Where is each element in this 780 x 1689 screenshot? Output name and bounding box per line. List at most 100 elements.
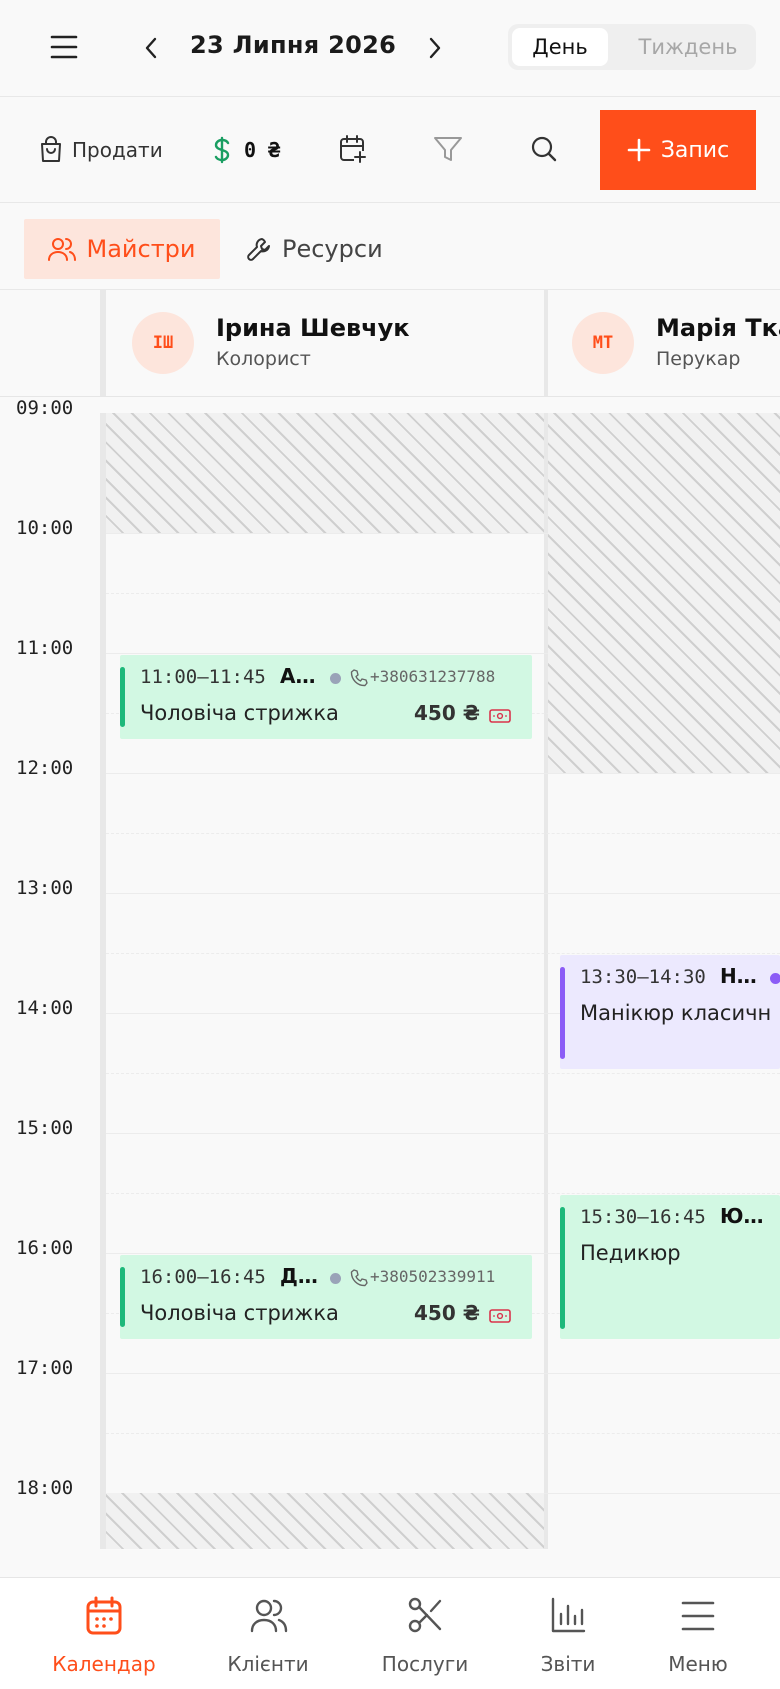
users-icon bbox=[48, 236, 77, 262]
filter-icon[interactable] bbox=[433, 135, 463, 163]
prev-date-button[interactable] bbox=[142, 36, 162, 60]
tab-masters[interactable]: Майстри bbox=[24, 219, 220, 279]
scissors-icon bbox=[407, 1596, 443, 1634]
appointment-time: 15:30–16:45 bbox=[580, 1206, 706, 1228]
hamburger-icon[interactable] bbox=[50, 34, 78, 60]
unavailable-block bbox=[106, 1493, 544, 1549]
hour-line bbox=[106, 1373, 780, 1374]
staff-card[interactable]: МТ Марія Тка Перукар bbox=[548, 290, 780, 396]
nav-menu[interactable]: Меню bbox=[623, 1578, 773, 1689]
toolbar: Продати 0 ₴ Запис bbox=[0, 97, 780, 203]
calendar-icon bbox=[85, 1596, 123, 1636]
staff-header: ІШ Ірина Шевчук Колорист МТ Марія Тка Пе… bbox=[0, 290, 780, 397]
staff-card[interactable]: ІШ Ірина Шевчук Колорист bbox=[106, 290, 544, 396]
column-divider bbox=[100, 413, 106, 1549]
status-dot bbox=[770, 973, 780, 984]
hamburger-icon bbox=[680, 1600, 716, 1632]
calendar-add-icon[interactable] bbox=[339, 134, 367, 164]
cash-icon bbox=[489, 1308, 511, 1324]
half-hour-line bbox=[106, 833, 780, 834]
staff-role: Перукар bbox=[656, 348, 741, 370]
nav-services-label: Послуги bbox=[381, 1652, 469, 1676]
bottom-nav: Календар Клієнти Послуги Звіти Меню bbox=[0, 1577, 780, 1689]
status-dot bbox=[330, 673, 341, 684]
unavailable-block bbox=[106, 413, 544, 533]
search-icon[interactable] bbox=[530, 135, 558, 163]
avatar: ІШ bbox=[132, 312, 194, 374]
nav-clients[interactable]: Клієнти bbox=[193, 1578, 343, 1689]
appointment-price: 450 ₴ bbox=[414, 701, 480, 725]
nav-services[interactable]: Послуги bbox=[350, 1578, 500, 1689]
hour-label: 17:00 bbox=[16, 1357, 74, 1379]
appointment-service: Чоловіча стрижка bbox=[140, 701, 339, 725]
resource-tabs: Майстри Ресурси bbox=[0, 203, 780, 290]
nav-reports-label: Звіти bbox=[540, 1652, 596, 1676]
hour-label: 12:00 bbox=[16, 757, 74, 779]
add-appointment-label: Запис bbox=[660, 137, 730, 163]
appointment-phone[interactable]: +380502339911 bbox=[370, 1267, 495, 1286]
hour-label: 16:00 bbox=[16, 1237, 74, 1259]
hour-label: 10:00 bbox=[16, 517, 74, 539]
plus-icon bbox=[627, 138, 651, 162]
status-dot bbox=[330, 1273, 341, 1284]
sell-button[interactable]: Продати bbox=[38, 133, 163, 167]
unavailable-block bbox=[548, 413, 780, 773]
dollar-icon bbox=[212, 136, 232, 164]
appointment-status-bar bbox=[560, 1207, 565, 1329]
appointment-client: Ю… bbox=[720, 1204, 764, 1228]
shopping-bag-icon bbox=[38, 136, 64, 164]
hour-label: 15:00 bbox=[16, 1117, 74, 1139]
hour-label: 14:00 bbox=[16, 997, 74, 1019]
nav-calendar-label: Календар bbox=[52, 1652, 156, 1676]
appointment-time: 13:30–14:30 bbox=[580, 966, 706, 988]
appointment-status-bar bbox=[120, 667, 125, 727]
users-icon bbox=[250, 1598, 288, 1634]
hour-label: 13:00 bbox=[16, 877, 74, 899]
appointment-card[interactable]: 15:30–16:45 Ю… Педикюр bbox=[560, 1195, 780, 1339]
tab-resources[interactable]: Ресурси bbox=[246, 219, 406, 279]
next-date-button[interactable] bbox=[424, 36, 444, 60]
half-hour-line bbox=[106, 953, 780, 954]
staff-name: Марія Тка bbox=[656, 314, 780, 342]
staff-name: Ірина Шевчук bbox=[216, 314, 410, 342]
add-appointment-button[interactable]: Запис bbox=[600, 110, 756, 190]
current-date[interactable]: 23 Липня 2026 bbox=[190, 31, 396, 59]
wrench-icon bbox=[246, 236, 272, 262]
balance[interactable]: 0 ₴ bbox=[212, 133, 280, 167]
appointment-status-bar bbox=[120, 1267, 125, 1327]
nav-menu-label: Меню bbox=[668, 1652, 728, 1676]
appointment-client: А… bbox=[280, 664, 316, 688]
appointment-service: Манікюр класичн bbox=[580, 1001, 772, 1025]
hour-label: 11:00 bbox=[16, 637, 74, 659]
appointment-price: 450 ₴ bbox=[414, 1301, 480, 1325]
appointment-status-bar bbox=[560, 967, 565, 1059]
appointment-phone[interactable]: +380631237788 bbox=[370, 667, 495, 686]
nav-reports[interactable]: Звіти bbox=[493, 1578, 643, 1689]
schedule-grid: 09:00 10:00 11:00 12:00 13:00 14:00 15:0… bbox=[0, 397, 780, 1577]
hour-label: 18:00 bbox=[16, 1477, 74, 1499]
hour-line bbox=[106, 893, 780, 894]
tab-resources-label: Ресурси bbox=[282, 235, 383, 263]
phone-icon bbox=[350, 669, 368, 687]
half-hour-line bbox=[106, 1433, 780, 1434]
appointment-card[interactable]: 13:30–14:30 Н… Манікюр класичн bbox=[560, 955, 780, 1069]
nav-calendar[interactable]: Календар bbox=[29, 1578, 179, 1689]
hour-line bbox=[106, 773, 780, 774]
appointment-card[interactable]: 16:00–16:45 Д… +380502339911 Чоловіча ст… bbox=[120, 1255, 532, 1339]
staff-role: Колорист bbox=[216, 348, 311, 370]
phone-icon bbox=[350, 1269, 368, 1287]
sell-label: Продати bbox=[72, 138, 163, 162]
half-hour-line bbox=[106, 1073, 780, 1074]
cash-icon bbox=[489, 708, 511, 724]
view-week-button[interactable]: Тиждень bbox=[624, 28, 752, 66]
view-day-button[interactable]: День bbox=[512, 28, 608, 66]
hour-label: 09:00 bbox=[16, 397, 74, 419]
avatar: МТ bbox=[572, 312, 634, 374]
top-bar: 23 Липня 2026 День Тиждень bbox=[0, 0, 780, 97]
hour-line bbox=[106, 1133, 780, 1134]
appointment-service: Чоловіча стрижка bbox=[140, 1301, 339, 1325]
appointment-time: 11:00–11:45 bbox=[140, 666, 266, 688]
appointment-client: Н… bbox=[720, 964, 757, 988]
nav-clients-label: Клієнти bbox=[227, 1652, 309, 1676]
appointment-card[interactable]: 11:00–11:45 А… +380631237788 Чоловіча ст… bbox=[120, 655, 532, 739]
